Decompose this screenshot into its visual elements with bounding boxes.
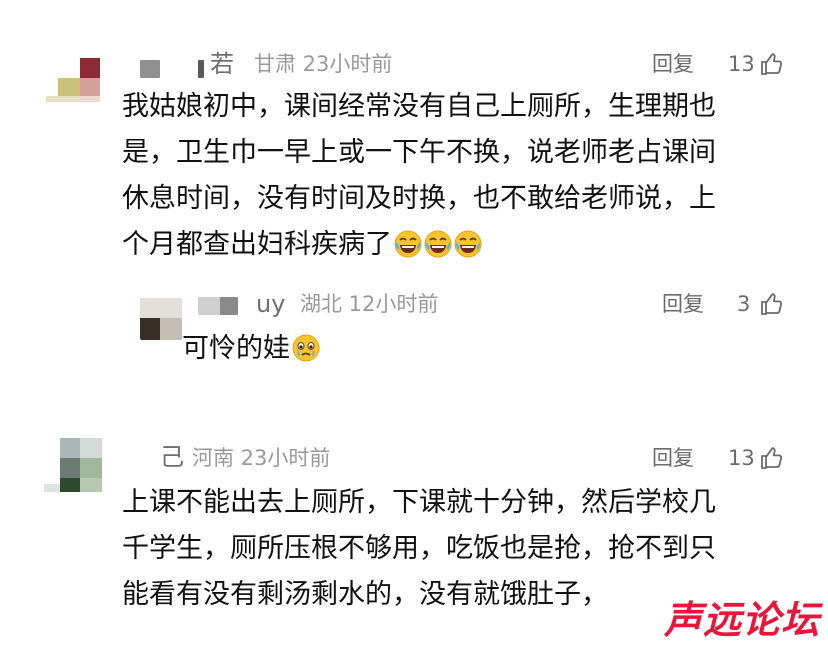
reply-button[interactable]: 回复 — [662, 290, 704, 318]
thumbs-up-icon[interactable] — [760, 52, 784, 76]
laugh-cry-emoji — [424, 230, 452, 258]
comment-meta: 湖北 12小时前 — [300, 292, 439, 316]
like-count: 13 — [728, 52, 755, 76]
comment-body: 可怜的娃 — [182, 326, 320, 372]
avatar[interactable] — [44, 438, 106, 494]
comment-line: 可怜的娃 — [182, 326, 320, 372]
comment-line: 我姑娘初中，课间经常没有自己上厕所，生理期也 — [122, 91, 716, 122]
like-count: 3 — [737, 292, 751, 316]
username-suffix[interactable]: 若 — [210, 50, 234, 78]
comment-line: 千学生，厕所压根不够用，吃饭也是抢，抢不到只 — [122, 533, 716, 564]
laugh-cry-emoji — [454, 230, 482, 258]
comment-line: 上课不能出去上厕所，下课就十分钟，然后学校几 — [122, 487, 716, 518]
username-suffix[interactable]: uy — [256, 290, 285, 318]
avatar[interactable] — [140, 298, 182, 340]
comment-line: 是，卫生巾一早上或一下午不换，说老师老占课间 — [122, 137, 716, 168]
comment-line-text: 个月都查出妇科疾病了 — [122, 229, 392, 260]
comment-line: 个月都查出妇科疾病了 — [122, 222, 716, 268]
like-count: 13 — [728, 446, 755, 470]
comment-meta: 河南 23小时前 — [192, 446, 331, 470]
crying-emoji — [292, 334, 320, 362]
thumbs-up-icon[interactable] — [760, 292, 784, 316]
comment-body: 上课不能出去上厕所，下课就十分钟，然后学校几 千学生，厕所压根不够用，吃饭也是抢… — [122, 480, 716, 618]
username-suffix[interactable]: 己 — [160, 443, 184, 471]
comment-line: 休息时间，没有时间及时换，也不敢给老师说，上 — [122, 183, 716, 214]
username-blurred[interactable] — [140, 60, 208, 78]
comment-line-text: 可怜的娃 — [182, 333, 290, 364]
comment-meta: 甘肃 23小时前 — [254, 52, 393, 76]
comment-line: 能看有没有剩汤剩水的，没有就饿肚子， — [122, 579, 608, 610]
comment-thread: 若 甘肃 23小时前 回复 13 我姑娘初中，课间经常没有自己上厕所，生理期也 … — [0, 0, 828, 652]
avatar[interactable] — [46, 56, 102, 104]
reply-button[interactable]: 回复 — [652, 50, 694, 78]
laugh-cry-emoji — [394, 230, 422, 258]
site-watermark: 声远论坛 — [663, 597, 820, 642]
thumbs-up-icon[interactable] — [760, 446, 784, 470]
comment-body: 我姑娘初中，课间经常没有自己上厕所，生理期也 是，卫生巾一早上或一下午不换，说老… — [122, 84, 716, 268]
reply-button[interactable]: 回复 — [652, 444, 694, 472]
username-blurred[interactable] — [198, 297, 242, 315]
